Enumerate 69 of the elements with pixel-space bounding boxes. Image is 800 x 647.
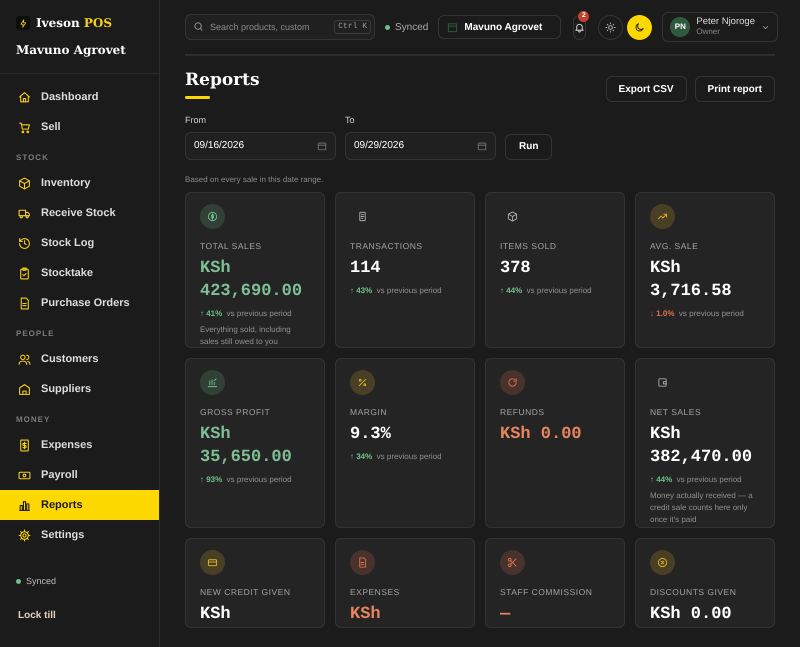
section-heading: PEOPLE bbox=[15, 328, 56, 340]
page-title: Reports bbox=[185, 69, 260, 92]
brand-name: Iveson POS bbox=[36, 15, 112, 32]
card-label: NET SALES bbox=[650, 406, 702, 418]
action-button[interactable]: Print report bbox=[694, 76, 775, 102]
field-label: From bbox=[185, 114, 207, 127]
user-name: Peter Njoroge bbox=[696, 17, 755, 28]
card-value: KSh 0.00 bbox=[650, 604, 733, 626]
card-value: KSh bbox=[200, 604, 232, 626]
card-value: KSh 3,716.58 bbox=[650, 258, 733, 304]
user-role: Owner bbox=[696, 28, 721, 37]
nav-item[interactable]: Expenses bbox=[0, 430, 159, 460]
delta-text: ↑ 93% vs previous period bbox=[200, 474, 293, 486]
shortcut-hint: Ctrl K bbox=[334, 20, 371, 34]
nav-item[interactable]: Suppliers bbox=[0, 374, 159, 404]
card-description: Everything sold, including sales still owed to you bbox=[200, 324, 292, 348]
section-heading: STOCK bbox=[15, 152, 50, 164]
card-label: AVG. SALE bbox=[650, 240, 700, 252]
nav-item[interactable]: Payroll bbox=[0, 460, 159, 490]
action-button[interactable]: Export CSV bbox=[606, 76, 687, 102]
nav-item[interactable]: Customers bbox=[0, 344, 159, 374]
delta-text: ↓ 1.0% vs previous period bbox=[650, 308, 745, 320]
nav-item[interactable]: Receive Stock bbox=[0, 198, 159, 228]
range-note: Based on every sale in this date range. bbox=[185, 174, 324, 186]
date-field[interactable]: 09/16/2026 bbox=[185, 132, 336, 160]
nav-item[interactable]: Inventory bbox=[0, 168, 159, 198]
delta-text: ↑ 44% vs previous period bbox=[500, 285, 593, 298]
card-value: KSh 35,650.00 bbox=[200, 424, 293, 470]
card-value: 378 bbox=[500, 258, 532, 280]
delta-text: ↑ 44% vs previous period bbox=[650, 474, 743, 486]
card-value: 9.3% bbox=[350, 424, 392, 446]
card-value: KSh 423,690.00 bbox=[200, 258, 304, 304]
date-field[interactable]: 09/29/2026 bbox=[345, 132, 496, 160]
card-label: TOTAL SALES bbox=[200, 240, 263, 252]
delta-text: ↑ 41% vs previous period bbox=[200, 308, 293, 320]
card-label: DISCOUNTS GIVEN bbox=[650, 586, 738, 598]
sync-status: Synced bbox=[26, 574, 56, 588]
nav-item[interactable]: Settings bbox=[0, 520, 159, 550]
delta-text: ↑ 43% vs previous period bbox=[350, 285, 443, 298]
card-description: Money actually received — a credit sale counts here only once it's paid bbox=[650, 490, 754, 526]
card-value: KSh 0.00 bbox=[500, 424, 583, 446]
section-heading: MONEY bbox=[15, 414, 52, 426]
sync-status: Synced bbox=[395, 20, 428, 34]
lock-till-link[interactable]: Lock till bbox=[0, 608, 159, 623]
card-label: STAFF COMMISSION bbox=[500, 586, 594, 598]
card-value: 114 bbox=[350, 258, 382, 280]
card-label: TRANSACTIONS bbox=[350, 240, 424, 252]
card-label: NEW CREDIT GIVEN bbox=[200, 586, 292, 598]
card-label: MARGIN bbox=[350, 406, 388, 418]
nav-item[interactable]: Reports bbox=[0, 490, 159, 520]
nav-item[interactable]: Dashboard bbox=[0, 82, 159, 112]
card-label: EXPENSES bbox=[350, 586, 401, 598]
org-name: Mavuno Agrovet bbox=[16, 42, 127, 59]
nav-item[interactable]: Stocktake bbox=[0, 258, 159, 288]
nav-item[interactable]: Sell bbox=[0, 112, 159, 142]
nav-item[interactable]: Stock Log bbox=[0, 228, 159, 258]
store-selector[interactable]: Mavuno Agrovet bbox=[438, 15, 562, 39]
run-button[interactable]: Run bbox=[505, 134, 552, 160]
card-label: GROSS PROFIT bbox=[200, 406, 272, 418]
card-label: REFUNDS bbox=[500, 406, 546, 418]
avatar: PN bbox=[670, 17, 690, 37]
card-value: KSh 382,470.00 bbox=[650, 424, 754, 470]
nav-item[interactable]: Purchase Orders bbox=[0, 288, 159, 318]
card-value: KSh bbox=[350, 604, 382, 626]
card-label: ITEMS SOLD bbox=[500, 240, 558, 252]
card-value: — bbox=[500, 604, 512, 626]
user-menu[interactable]: PN Peter Njoroge Owner bbox=[662, 12, 778, 42]
field-label: To bbox=[345, 114, 356, 127]
delta-text: ↑ 34% vs previous period bbox=[350, 451, 443, 464]
